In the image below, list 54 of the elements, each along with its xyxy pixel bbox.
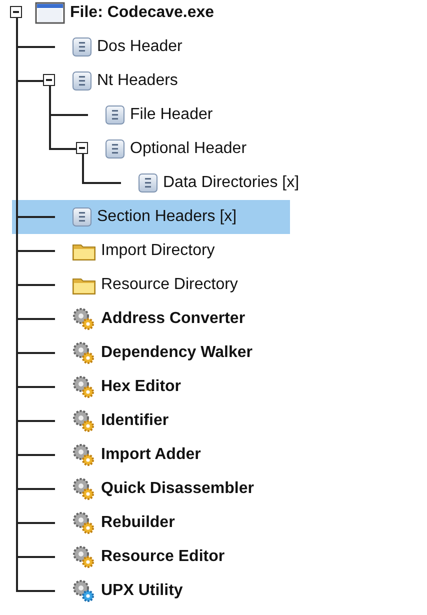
tree-item[interactable]: File: Codecave.exe [12, 0, 290, 30]
tree-item-label: UPX Utility [101, 582, 183, 600]
tree-item[interactable]: Identifier [12, 404, 290, 438]
tree-item[interactable]: Resource Editor [12, 540, 290, 574]
tree-item[interactable]: Address Converter [12, 302, 290, 336]
tree-item-label: Import Directory [101, 242, 215, 260]
tree-item-label: Nt Headers [97, 72, 178, 90]
tree-item[interactable]: Import Adder [12, 438, 290, 472]
tree-item[interactable]: Dos Header [12, 30, 290, 64]
tree-item[interactable]: File Header [12, 98, 290, 132]
tree-item-label: Section Headers [x] [97, 208, 237, 226]
tree-item-label: Resource Directory [101, 276, 238, 294]
gears-icon [72, 375, 96, 399]
gears-icon [72, 341, 96, 365]
tree-item-label: Address Converter [101, 310, 246, 328]
tree-item[interactable]: Quick Disassembler [12, 472, 290, 506]
tree-item-label: Hex Editor [101, 378, 182, 396]
document-icon [72, 37, 92, 57]
tree-item-label: Quick Disassembler [101, 480, 254, 498]
tree-item[interactable]: Import Directory [12, 234, 290, 268]
gears-icon [72, 579, 96, 603]
tree-item-label: Rebuilder [101, 514, 175, 532]
document-icon [105, 105, 125, 125]
tree-item[interactable]: Rebuilder [12, 506, 290, 540]
tree-item-label: Optional Header [130, 140, 247, 158]
document-icon [105, 139, 125, 159]
tree-item-label: Identifier [101, 412, 169, 430]
gears-icon [72, 409, 96, 433]
document-icon [72, 207, 92, 227]
document-icon [138, 173, 158, 193]
tree-item-label: Data Directories [x] [163, 174, 300, 192]
tree-item-label: Import Adder [101, 446, 201, 464]
tree-item[interactable]: Section Headers [x] [12, 200, 290, 234]
gears-icon [72, 511, 96, 535]
tree-item-label: Resource Editor [101, 548, 225, 566]
tree-item[interactable]: UPX Utility [12, 574, 290, 608]
tree-item-label: File Header [130, 106, 213, 124]
tree-item[interactable]: Dependency Walker [12, 336, 290, 370]
gears-icon [72, 307, 96, 331]
tree-item[interactable]: Nt Headers [12, 64, 290, 98]
gears-icon [72, 545, 96, 569]
document-icon [72, 71, 92, 91]
tree-item-label: Dependency Walker [101, 344, 252, 362]
gears-icon [72, 443, 96, 467]
collapse-button[interactable] [76, 142, 88, 154]
tree-item[interactable]: Resource Directory [12, 268, 290, 302]
collapse-button[interactable] [43, 74, 55, 86]
tree-item-label: File: Codecave.exe [70, 4, 214, 22]
window-icon [35, 2, 65, 24]
gears-icon [72, 477, 96, 501]
collapse-button[interactable] [10, 6, 22, 18]
tree-item-label: Dos Header [97, 38, 182, 56]
tree-item[interactable]: Optional Header [12, 132, 290, 166]
tree-item[interactable]: Hex Editor [12, 370, 290, 404]
